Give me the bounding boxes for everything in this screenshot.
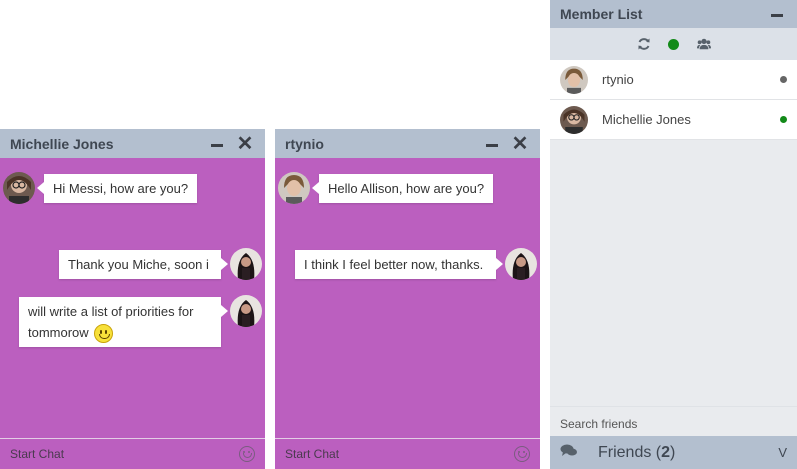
minimize-button[interactable] [482,134,502,154]
friends-count: 2 [661,443,671,461]
friends-label: Friends (2) [598,443,676,461]
group-icon[interactable] [696,37,711,51]
chat-input[interactable]: Start Chat [285,447,514,461]
friends-label-text: Friends [598,443,652,461]
chat-window-rtynio: rtynio ✕ Hello Allison, how are you? I t… [275,129,540,469]
message-bubble: Hello Allison, how are you? [311,174,494,203]
message-bubble: Thank you Miche, soon i [59,250,228,279]
emoji-picker-icon[interactable] [239,446,255,462]
chat-header[interactable]: Michellie Jones ✕ [0,129,265,158]
message-bubble: will write a list of priorities for tomm… [19,297,228,348]
minimize-icon [211,143,223,147]
emoji-picker-icon[interactable] [514,446,530,462]
member-list-header[interactable]: Member List [550,0,797,28]
avatar-self [230,248,262,280]
member-name: Michellie Jones [602,112,691,127]
online-dot-icon [668,38,679,50]
minimize-icon [771,14,783,17]
member-name: rtynio [602,72,634,87]
member-list-toolbar [550,28,797,60]
avatar-rtynio [560,65,588,94]
avatar-rtynio [278,172,310,204]
chat-window-michellie: Michellie Jones ✕ Hi Messi, how are you?… [0,129,265,469]
chat-input-bar[interactable]: Start Chat [275,438,540,469]
chat-bubbles-icon [560,443,578,462]
close-icon: ✕ [511,132,529,155]
friends-toggle[interactable]: Friends (2) V [550,436,797,469]
avatar-self [505,248,537,280]
member-item-michellie[interactable]: Michellie Jones [550,100,797,140]
chat-input[interactable]: Start Chat [10,447,239,461]
avatar-michellie [560,105,588,134]
close-button[interactable]: ✕ [235,134,255,154]
search-friends-input[interactable]: Search friends [550,406,797,436]
avatar-michellie [3,172,35,204]
refresh-icon[interactable] [637,37,651,51]
message-bubble: Hi Messi, how are you? [36,174,198,203]
member-list-panel: Member List rtynio Michellie Jones Searc… [550,0,797,469]
close-button[interactable]: ✕ [510,134,530,154]
minimize-button[interactable] [207,134,227,154]
chat-messages: Hi Messi, how are you? Thank you Miche, … [0,158,265,438]
chat-title: rtynio [285,135,324,152]
smile-emoji-icon [94,324,114,344]
chat-messages: Hello Allison, how are you? I think I fe… [275,158,540,438]
chat-input-bar[interactable]: Start Chat [0,438,265,469]
message-bubble: I think I feel better now, thanks. [295,250,503,279]
chat-title: Michellie Jones [10,135,114,152]
minimize-icon [486,143,498,147]
offline-status-icon [780,76,787,83]
close-icon: ✕ [236,132,254,155]
chevron-down-icon[interactable]: V [778,445,787,460]
minimize-button[interactable] [767,4,787,24]
chat-header[interactable]: rtynio ✕ [275,129,540,158]
online-status-icon[interactable] [667,37,681,51]
online-status-icon [780,116,787,123]
member-list-title: Member List [560,6,643,22]
member-item-rtynio[interactable]: rtynio [550,60,797,100]
avatar-self [230,295,262,327]
